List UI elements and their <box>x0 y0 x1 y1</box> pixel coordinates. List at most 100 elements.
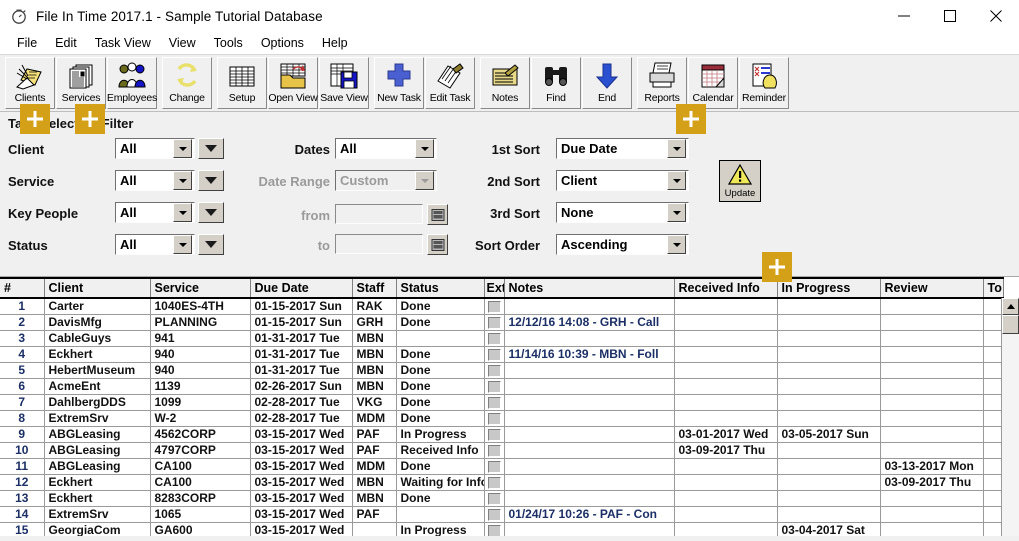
menu-item-view[interactable]: View <box>160 34 205 52</box>
close-button[interactable] <box>973 0 1019 32</box>
menu-item-options[interactable]: Options <box>252 34 313 52</box>
cell-ext[interactable] <box>484 410 505 427</box>
client-select[interactable]: All <box>115 138 195 159</box>
annotation-plus-marker-2[interactable] <box>75 104 105 134</box>
toolbar-button-calendar[interactable]: Calendar <box>688 57 738 109</box>
scrollbar-thumb[interactable] <box>1002 315 1019 334</box>
table-row[interactable]: 10 ABGLeasing 4797CORP 03-15-2017 Wed PAF Rec… <box>0 442 1004 459</box>
toolbar-button-end[interactable]: End <box>582 57 632 109</box>
menu-item-task-view[interactable]: Task View <box>86 34 160 52</box>
task-grid[interactable]: # Client Service Due Date Staff Status E… <box>0 277 1019 536</box>
cell-ext[interactable] <box>484 330 505 347</box>
ext-checkbox[interactable] <box>487 396 501 409</box>
ext-checkbox[interactable] <box>487 412 501 425</box>
cell-ext[interactable] <box>484 522 505 536</box>
annotation-plus-marker-1[interactable] <box>20 104 50 134</box>
maximize-button[interactable] <box>927 0 973 32</box>
table-row[interactable]: 9 ABGLeasing 4562CORP 03-15-2017 Wed PAF In P… <box>0 426 1004 443</box>
toolbar-button-edit-task[interactable]: Edit Task <box>425 57 475 109</box>
col-header-due-date[interactable]: Due Date <box>250 277 353 299</box>
col-header-num[interactable]: # <box>0 277 45 299</box>
ext-checkbox[interactable] <box>487 444 501 457</box>
table-row[interactable]: 15 GeorgiaCom GA600 03-15-2017 Wed In Progre… <box>0 522 1004 536</box>
table-row[interactable]: 11 ABGLeasing CA100 03-15-2017 Wed MDM Done 03… <box>0 458 1004 475</box>
col-header-status[interactable]: Status <box>396 277 485 299</box>
menu-item-file[interactable]: File <box>8 34 46 52</box>
table-row[interactable]: 3 CableGuys 941 01-31-2017 Tue MBN <box>0 330 1004 347</box>
table-row[interactable]: 12 Eckhert CA100 03-15-2017 Wed MBN Waiting f… <box>0 474 1004 491</box>
chevron-down-icon[interactable] <box>667 203 686 222</box>
cell-ext[interactable] <box>484 506 505 523</box>
cell-ext[interactable] <box>484 362 505 379</box>
toolbar-button-setup[interactable]: Setup <box>217 57 267 109</box>
ext-checkbox[interactable] <box>487 476 501 489</box>
toolbar-button-change[interactable]: Change <box>162 57 212 109</box>
menu-item-help[interactable]: Help <box>313 34 357 52</box>
col-header-service[interactable]: Service <box>150 277 251 299</box>
ext-checkbox[interactable] <box>487 428 501 441</box>
sort-order-select[interactable]: Ascending <box>556 234 689 255</box>
toolbar-button-reports[interactable]: Reports <box>637 57 687 109</box>
status-select[interactable]: All <box>115 234 195 255</box>
chevron-down-icon[interactable] <box>173 203 192 222</box>
table-row[interactable]: 1 Carter 1040ES-4TH 01-15-2017 Sun RAK Done <box>0 298 1004 315</box>
cell-ext[interactable] <box>484 458 505 475</box>
cell-ext[interactable] <box>484 314 505 331</box>
col-header-staff[interactable]: Staff <box>352 277 397 299</box>
ext-checkbox[interactable] <box>487 348 501 361</box>
toolbar-button-new-task[interactable]: New Task <box>374 57 424 109</box>
toolbar-button-reminder[interactable]: Reminder <box>739 57 789 109</box>
col-header-client[interactable]: Client <box>44 277 151 299</box>
toolbar-button-services[interactable]: Services <box>56 57 106 109</box>
toolbar-button-save-view[interactable]: Save View <box>319 57 369 109</box>
toolbar-button-clients[interactable]: Clients <box>5 57 55 109</box>
grid-vertical-scrollbar[interactable] <box>1001 298 1019 536</box>
table-row[interactable]: 8 ExtremSrv W-2 02-28-2017 Tue MDM Done <box>0 410 1004 427</box>
cell-ext[interactable] <box>484 474 505 491</box>
ext-checkbox[interactable] <box>487 316 501 329</box>
table-row[interactable]: 4 Eckhert 940 01-31-2017 Tue MBN Done 11/14/16… <box>0 346 1004 363</box>
chevron-down-icon[interactable] <box>667 171 686 190</box>
ext-checkbox[interactable] <box>487 492 501 505</box>
sort1-select[interactable]: Due Date <box>556 138 689 159</box>
ext-checkbox[interactable] <box>487 380 501 393</box>
ext-checkbox[interactable] <box>487 524 501 536</box>
ext-checkbox[interactable] <box>487 508 501 521</box>
table-row[interactable]: 13 Eckhert 8283CORP 03-15-2017 Wed MBN Done <box>0 490 1004 507</box>
dates-select[interactable]: All <box>335 138 437 159</box>
cell-ext[interactable] <box>484 442 505 459</box>
col-header-ext[interactable]: Ext <box>484 277 505 299</box>
table-row[interactable]: 7 DahlbergDDS 1099 02-28-2017 Tue VKG Done <box>0 394 1004 411</box>
table-row[interactable]: 6 AcmeEnt 1139 02-26-2017 Sun MBN Done <box>0 378 1004 395</box>
date-range-select[interactable]: Custom <box>335 170 437 191</box>
cell-ext[interactable] <box>484 378 505 395</box>
ext-checkbox[interactable] <box>487 332 501 345</box>
table-row[interactable]: 14 ExtremSrv 1065 03-15-2017 Wed PAF 01/24/17… <box>0 506 1004 523</box>
menu-item-tools[interactable]: Tools <box>205 34 252 52</box>
chevron-down-icon[interactable] <box>173 139 192 158</box>
ext-checkbox[interactable] <box>487 300 501 313</box>
update-button[interactable]: Update <box>719 160 761 202</box>
cell-ext[interactable] <box>484 426 505 443</box>
cell-ext[interactable] <box>484 298 505 315</box>
chevron-down-icon[interactable] <box>667 235 686 254</box>
toolbar-button-employees[interactable]: Employees <box>107 57 157 109</box>
minimize-button[interactable] <box>881 0 927 32</box>
sort3-select[interactable]: None <box>556 202 689 223</box>
cell-ext[interactable] <box>484 394 505 411</box>
service-select[interactable]: All <box>115 170 195 191</box>
toolbar-button-find[interactable]: Find <box>531 57 581 109</box>
col-header-to[interactable]: To <box>983 277 1004 299</box>
chevron-down-icon[interactable] <box>173 171 192 190</box>
annotation-plus-marker-4[interactable] <box>762 252 792 282</box>
ext-checkbox[interactable] <box>487 364 501 377</box>
chevron-down-icon[interactable] <box>667 139 686 158</box>
toolbar-button-open-view[interactable]: Open View <box>268 57 318 109</box>
cell-ext[interactable] <box>484 346 505 363</box>
key-people-select[interactable]: All <box>115 202 195 223</box>
col-header-notes[interactable]: Notes <box>504 277 675 299</box>
to-date-input[interactable] <box>335 234 423 254</box>
col-header-in-progress[interactable]: In Progress <box>777 277 881 299</box>
scroll-up-arrow[interactable] <box>1002 298 1019 315</box>
sort2-select[interactable]: Client <box>556 170 689 191</box>
